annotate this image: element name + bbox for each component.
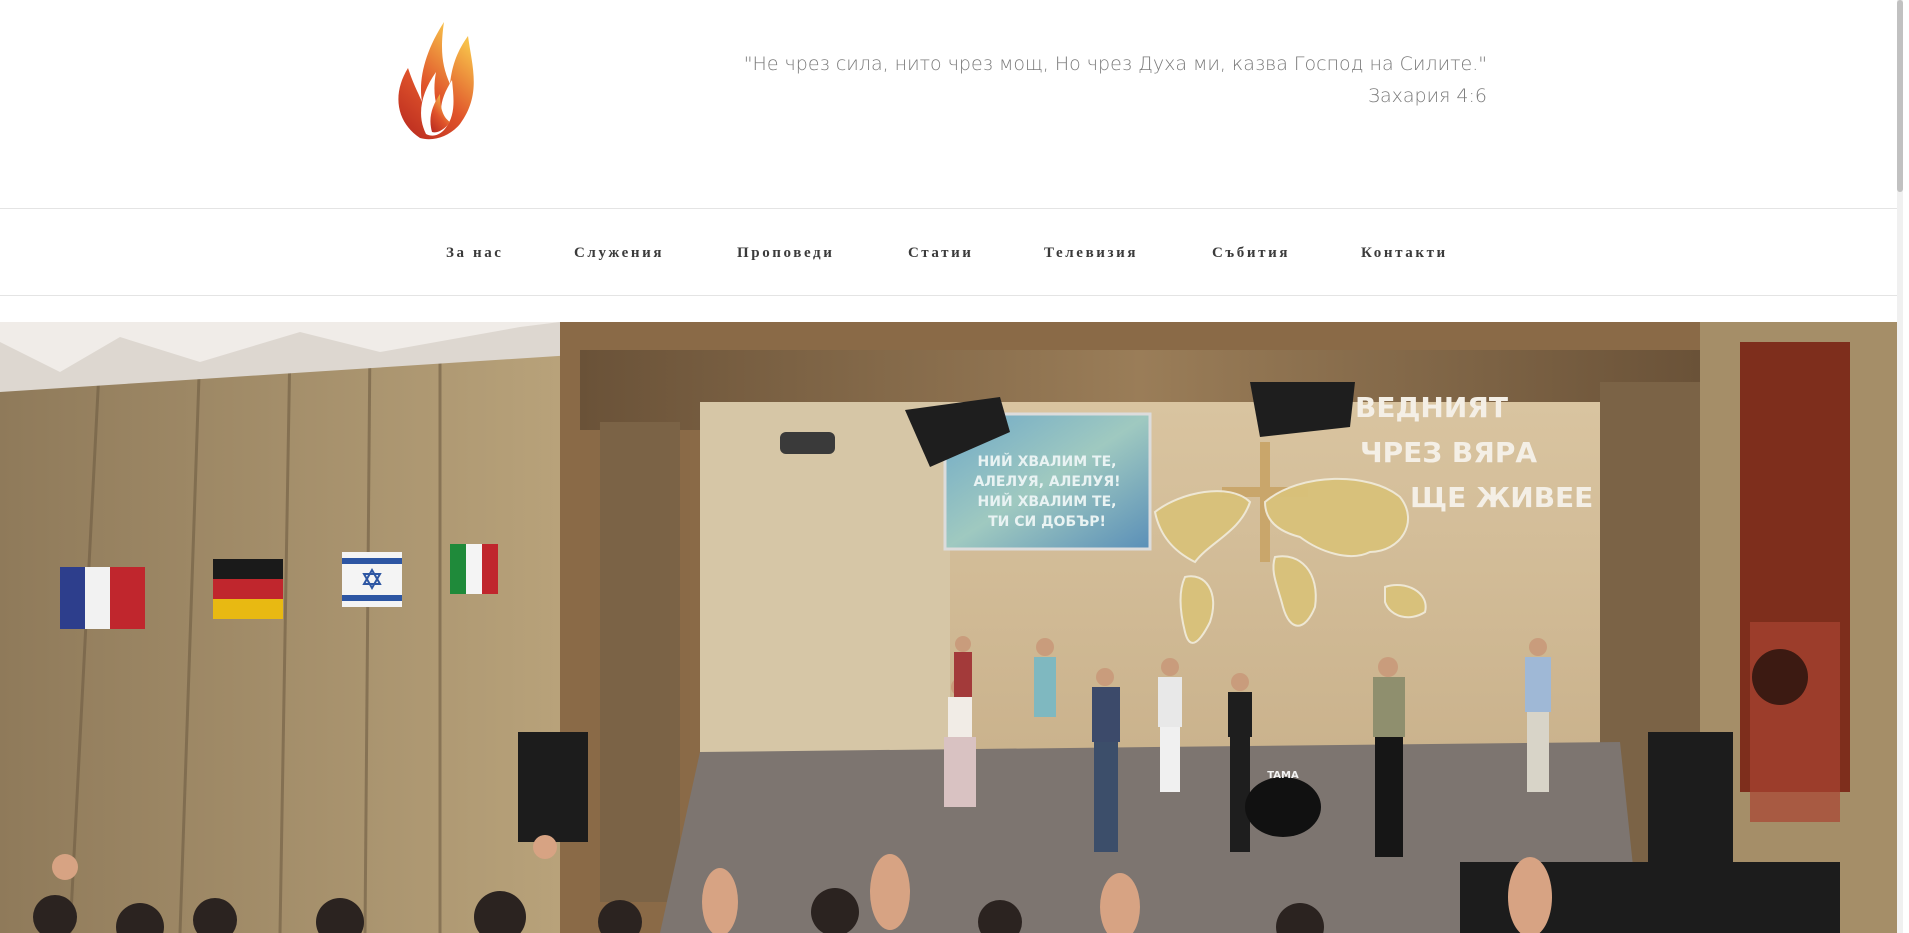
nav-item-contacts[interactable]: Контакти [1361, 245, 1448, 262]
main-navigation: За нас Служения Проповеди Статии Телевиз… [0, 208, 1903, 296]
nav-item-about[interactable]: За нас [446, 245, 504, 262]
drum-brand-label: TAMA [1267, 770, 1299, 781]
nav-item-sermons[interactable]: Проповеди [737, 245, 834, 262]
flag-israel [342, 552, 402, 607]
nav-menu: За нас Служения Проповеди Статии Телевиз… [0, 209, 1903, 295]
flame-icon [398, 22, 474, 140]
screen-lyrics-line-3: НИЙ ХВАЛИМ ТЕ, [978, 493, 1117, 510]
hero-photo: НИЙ ХВАЛИМ ТЕ, АЛЕЛУЯ, АЛЕЛУЯ! НИЙ ХВАЛИ… [0, 322, 1903, 933]
scripture-quote: "Не чрез сила, нито чрез мощ, Но чрез Ду… [744, 48, 1487, 112]
wall-text-line-2: ЧРЕЗ ВЯРА [1360, 436, 1537, 469]
nav-item-ministries[interactable]: Служения [574, 245, 664, 262]
scrollbar[interactable] [1897, 0, 1903, 933]
scrollbar-thumb[interactable] [1897, 0, 1903, 192]
flag-france [60, 567, 145, 629]
flag-germany [213, 559, 283, 619]
nav-item-articles[interactable]: Статии [908, 245, 974, 262]
page: "Не чрез сила, нито чрез мощ, Но чрез Ду… [0, 0, 1903, 933]
nav-item-television[interactable]: Телевизия [1044, 245, 1138, 262]
site-logo[interactable] [392, 14, 482, 142]
wall-text-line-3: ЩЕ ЖИВЕЕ [1410, 481, 1593, 514]
quote-text: "Не чрез сила, нито чрез мощ, Но чрез Ду… [743, 53, 1487, 75]
quote-reference: Захария 4:6 [1367, 85, 1487, 107]
flag-italy [450, 544, 498, 594]
wall-text-line-1: ВЕДНИЯТ [1355, 391, 1508, 424]
nav-item-events[interactable]: Събития [1212, 245, 1290, 262]
church-worship-photo: НИЙ ХВАЛИМ ТЕ, АЛЕЛУЯ, АЛЕЛУЯ! НИЙ ХВАЛИ… [0, 322, 1903, 933]
screen-lyrics-line-4: ТИ СИ ДОБЪР! [988, 514, 1106, 530]
site-header: "Не чрез сила, нито чрез мощ, Но чрез Ду… [0, 0, 1903, 208]
screen-lyrics-line-1: НИЙ ХВАЛИМ ТЕ, [978, 453, 1117, 470]
screen-lyrics-line-2: АЛЕЛУЯ, АЛЕЛУЯ! [973, 474, 1120, 490]
